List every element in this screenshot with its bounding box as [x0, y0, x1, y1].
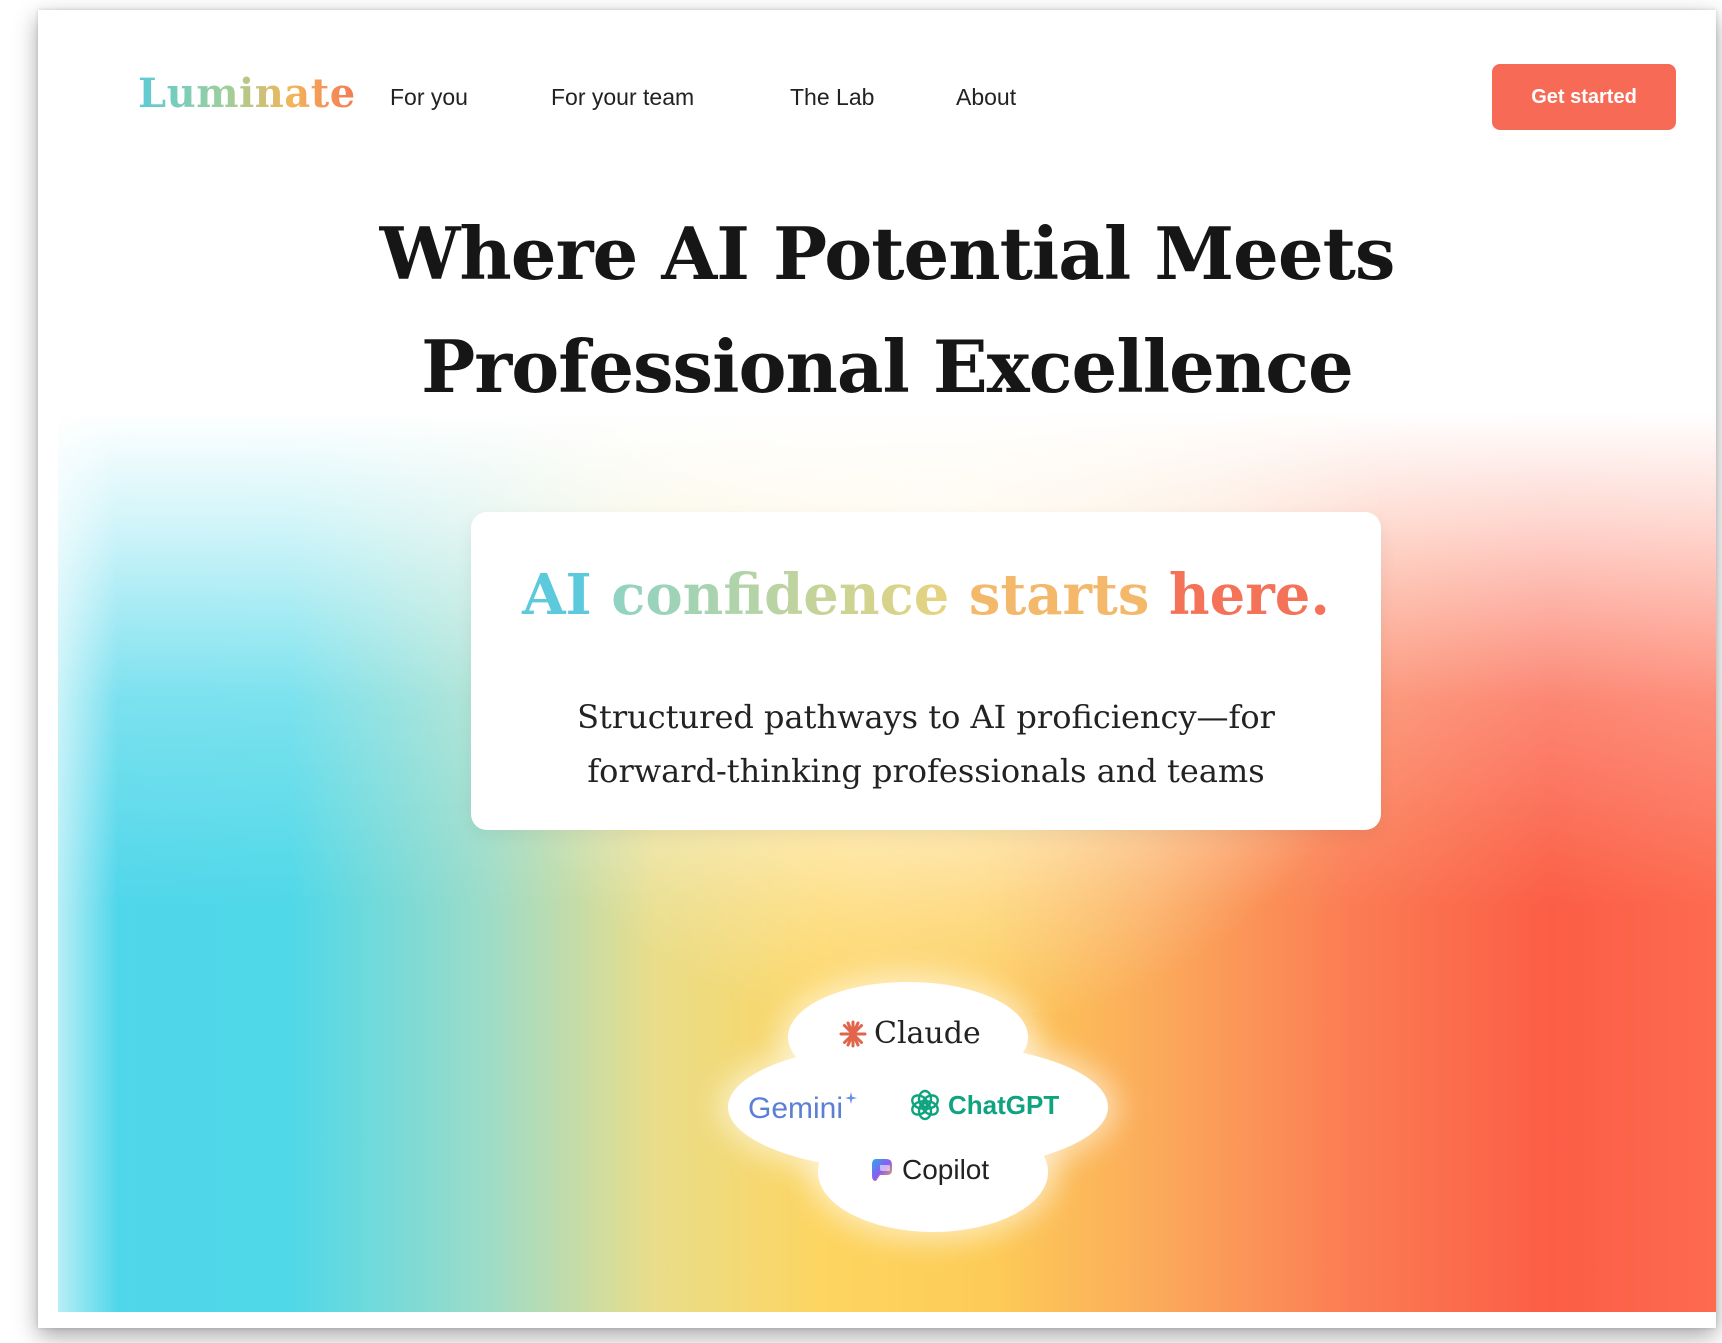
tool-gemini: Gemini [748, 1092, 858, 1126]
card-subtitle-line-2: forward-thinking professionals and teams [587, 752, 1265, 790]
tool-copilot: Copilot [868, 1154, 989, 1186]
tool-chatgpt-label: ChatGPT [948, 1089, 1060, 1120]
ai-tools-cloud: Claude Gemini ChatGPT Copilot [728, 982, 1108, 1242]
tool-gemini-label: Gemini [748, 1092, 844, 1125]
nav-link-for-your-team[interactable]: For your team [551, 84, 694, 111]
copilot-icon [872, 1159, 892, 1181]
tool-copilot-label: Copilot [902, 1154, 990, 1185]
card-subtitle-line-1: Structured pathways to AI proficiency—fo… [577, 698, 1275, 736]
hero-headline-line-2: Professional Excellence [421, 324, 1354, 409]
browser-window: Luminate For you For your team The Lab A… [38, 10, 1716, 1328]
get-started-button[interactable]: Get started [1492, 64, 1676, 130]
tool-claude-label: Claude [874, 1016, 981, 1051]
card-title-word-ai: AI [522, 562, 592, 628]
card-title-word-starts: starts [968, 562, 1150, 628]
card-subtitle: Structured pathways to AI proficiency—fo… [511, 690, 1341, 798]
card-title: AI confidence starts here. [471, 562, 1381, 628]
tool-claude: Claude [838, 1016, 981, 1051]
landing-page: Luminate For you For your team The Lab A… [58, 32, 1716, 1312]
nav-link-for-you[interactable]: For you [390, 84, 468, 111]
hero-headline: Where AI Potential Meets Professional Ex… [58, 197, 1716, 423]
chatgpt-icon [911, 1089, 939, 1121]
hero-left-edge-fade [58, 412, 118, 1312]
nav-link-about[interactable]: About [956, 84, 1016, 111]
hero-card: AI confidence starts here. Structured pa… [471, 512, 1381, 830]
top-navigation: Luminate For you For your team The Lab A… [58, 32, 1716, 152]
hero-headline-line-1: Where AI Potential Meets [379, 211, 1396, 296]
gemini-icon [845, 1092, 858, 1104]
nav-link-the-lab[interactable]: The Lab [790, 84, 874, 111]
brand-logo[interactable]: Luminate [138, 70, 356, 117]
card-title-word-confidence: confidence [611, 562, 950, 628]
tool-chatgpt: ChatGPT [908, 1088, 1059, 1122]
claude-icon [839, 1020, 867, 1047]
card-title-word-here: here. [1168, 562, 1330, 628]
